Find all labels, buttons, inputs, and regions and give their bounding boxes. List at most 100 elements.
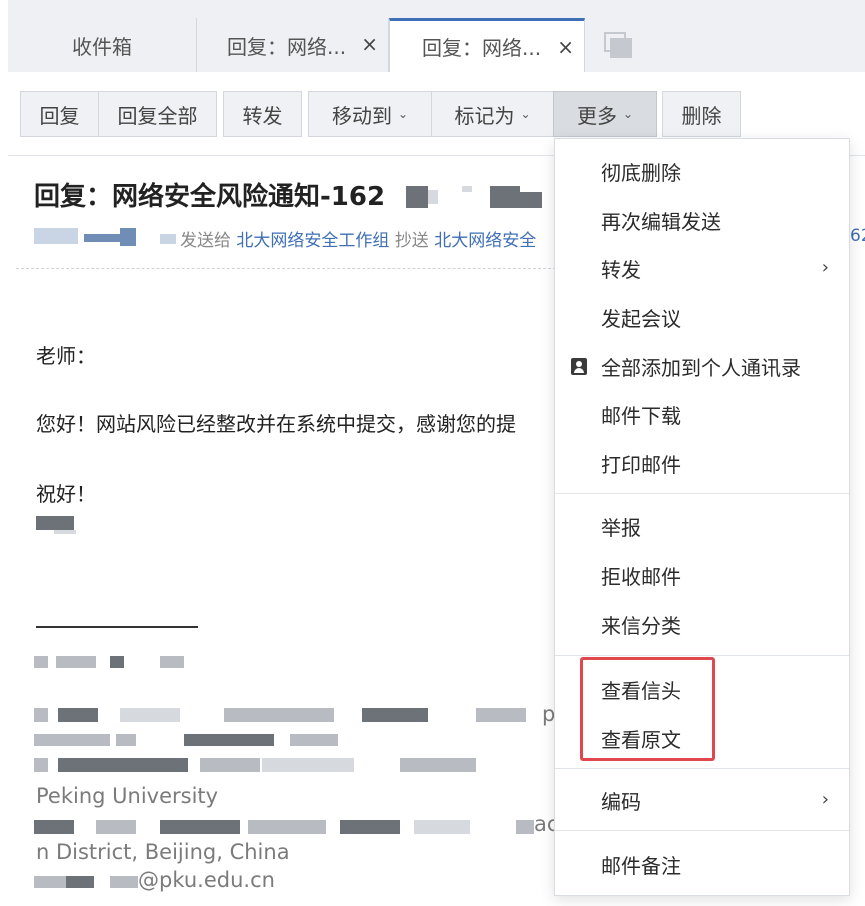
redacted-signature <box>96 820 136 834</box>
menu-item-add-all-contacts[interactable]: 全部添加到个人通讯录 <box>555 344 849 388</box>
mark-as-dropdown[interactable]: 标记为 ⌄ <box>431 91 554 137</box>
redacted-signature <box>34 656 48 668</box>
address-book-icon <box>571 358 587 375</box>
menu-item-reject-mail[interactable]: 拒收邮件 <box>555 553 849 597</box>
menu-item-label: 转发 <box>601 257 641 282</box>
menu-item-label: 邮件下载 <box>601 403 681 428</box>
chevron-right-icon: › <box>821 257 829 278</box>
redacted-signature <box>110 656 124 668</box>
menu-item-label: 发起会议 <box>601 306 681 331</box>
redacted-signature <box>262 758 354 772</box>
redacted-signature <box>224 708 334 722</box>
menu-item-label: 举报 <box>601 515 641 540</box>
new-window-icon-front <box>610 38 632 58</box>
chevron-right-icon: › <box>821 789 829 810</box>
menu-item-label: 拒收邮件 <box>601 564 681 589</box>
menu-item-forward[interactable]: 转发 › <box>555 246 849 290</box>
reply-all-button[interactable]: 回复全部 <box>98 91 217 137</box>
menu-separator <box>555 493 849 494</box>
sent-to-label: 发送给 <box>180 231 231 251</box>
delete-button[interactable]: 删除 <box>662 91 741 137</box>
tab-inbox[interactable]: 收件箱 <box>8 18 197 72</box>
redacted-signature <box>248 820 326 834</box>
forward-button[interactable]: 转发 <box>223 91 302 137</box>
redacted-signature <box>160 820 240 834</box>
body-line-1: 您好！网站风险已经整改并在系统中提交，感谢您的提 <box>36 412 516 436</box>
menu-item-edit-resend[interactable]: 再次编辑发送 <box>555 198 849 242</box>
cc-label: 抄送 <box>394 231 429 251</box>
menu-item-download-mail[interactable]: 邮件下载 <box>555 392 849 436</box>
menu-item-label: 彻底删除 <box>601 160 681 185</box>
tab-bar: 收件箱 回复：网络... × 回复：网络... × <box>0 0 865 72</box>
mail-recipients: 发送给 北大网络安全工作组 抄送 北大网络安全 <box>180 226 536 251</box>
menu-item-label: 再次编辑发送 <box>601 209 721 234</box>
redacted-block <box>520 192 542 208</box>
signature-district: n District, Beijing, China <box>36 840 290 864</box>
menu-item-label: 打印邮件 <box>601 452 681 477</box>
tab-reply-2-close-icon[interactable]: × <box>557 37 574 57</box>
menu-item-mail-note[interactable]: 邮件备注 <box>555 842 849 886</box>
chevron-down-icon: ⌄ <box>622 107 634 121</box>
reply-button[interactable]: 回复 <box>20 91 99 137</box>
cc-recipient-link[interactable]: 北大网络安全 <box>434 231 536 251</box>
redacted-signature <box>184 734 274 746</box>
redacted-signature <box>58 708 98 722</box>
menu-item-start-meeting[interactable]: 发起会议 <box>555 295 849 339</box>
reply-all-button-label: 回复全部 <box>117 103 198 128</box>
redacted-sender <box>120 228 136 246</box>
redacted-signature <box>362 708 428 722</box>
recipient-link[interactable]: 北大网络安全工作组 <box>236 231 389 251</box>
meta-overflow: 62 <box>850 226 865 246</box>
redacted-name <box>54 530 76 534</box>
menu-item-print-mail[interactable]: 打印邮件 <box>555 441 849 485</box>
redacted-signature <box>34 758 48 772</box>
tab-reply-1-close-icon[interactable]: × <box>361 34 378 54</box>
redacted-signature <box>414 820 470 834</box>
redacted-signature <box>58 758 188 772</box>
highlight-box <box>580 657 715 761</box>
open-new-window-icon[interactable] <box>604 32 632 58</box>
redacted-signature <box>34 708 48 722</box>
subject-text: 回复：网络安全风险通知-162 <box>34 182 386 212</box>
redacted-signature <box>110 876 138 888</box>
menu-item-encoding[interactable]: 编码 › <box>555 778 849 822</box>
redacted-block <box>490 186 520 208</box>
redacted-block <box>428 190 438 204</box>
redacted-signature <box>66 876 94 888</box>
meta-overflow-digits: 62 <box>850 226 865 246</box>
more-dropdown[interactable]: 更多 ⌄ <box>553 91 657 137</box>
chevron-down-icon: ⌄ <box>397 107 409 121</box>
redacted-sender <box>160 234 176 244</box>
menu-item-label: 邮件备注 <box>601 853 681 878</box>
menu-item-report[interactable]: 举报 <box>555 504 849 548</box>
more-label: 更多 <box>576 103 617 128</box>
redacted-signature <box>400 758 476 772</box>
redacted-block <box>406 186 428 208</box>
redacted-signature <box>340 820 400 834</box>
header-divider <box>16 268 556 269</box>
mail-subject: 回复：网络安全风险通知-162 <box>34 176 385 213</box>
redacted-signature <box>120 708 180 722</box>
redacted-signature <box>34 820 74 834</box>
closing: 祝好！ <box>36 482 96 506</box>
signature-rule <box>36 626 198 628</box>
redacted-sender <box>34 228 78 244</box>
redacted-signature <box>34 734 110 746</box>
signature-email: @pku.edu.cn <box>138 868 275 892</box>
tab-reply-1[interactable]: 回复：网络... × <box>197 18 389 72</box>
greeting: 老师： <box>36 344 96 368</box>
tab-reply-1-label: 回复：网络... <box>227 34 347 59</box>
menu-item-classify-sender[interactable]: 来信分类 <box>555 602 849 646</box>
delete-button-label: 删除 <box>681 103 722 128</box>
tab-bar-gutter <box>0 0 8 72</box>
menu-item-label: 全部添加到个人通讯录 <box>601 355 801 380</box>
menu-item-label: 编码 <box>601 789 641 814</box>
tab-reply-2-active[interactable]: 回复：网络... × <box>389 18 585 72</box>
redacted-signature <box>290 734 338 746</box>
move-to-dropdown[interactable]: 移动到 ⌄ <box>308 91 432 137</box>
tab-inbox-label: 收件箱 <box>72 34 132 59</box>
redacted-signature <box>116 734 136 746</box>
menu-item-delete-permanently[interactable]: 彻底删除 <box>555 149 849 193</box>
redacted-signature <box>56 656 96 668</box>
redacted-signature <box>476 708 526 722</box>
